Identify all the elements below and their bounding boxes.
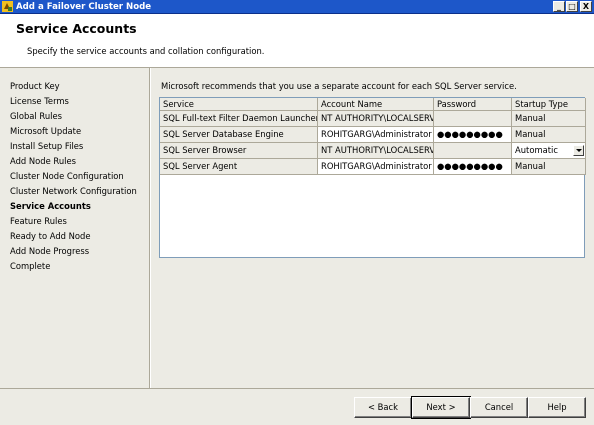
sidebar-item-microsoft-update[interactable]: Microsoft Update: [10, 126, 81, 136]
sql-setup-icon: [2, 1, 13, 12]
table-row-account: NT AUTHORITY\LOCALSERV...: [318, 143, 434, 159]
sidebar-item-complete[interactable]: Complete: [10, 261, 50, 271]
back-button[interactable]: < Back: [354, 397, 412, 418]
sidebar-item-product-key[interactable]: Product Key: [10, 81, 60, 91]
column-header-service[interactable]: Service: [160, 98, 318, 111]
sidebar-item-global-rules[interactable]: Global Rules: [10, 111, 62, 121]
page-subtitle: Specify the service accounts and collati…: [27, 46, 265, 56]
main-panel: Microsoft recommends that you use a sepa…: [151, 68, 594, 388]
page-header: Service Accounts Specify the service acc…: [0, 14, 594, 68]
sidebar-item-ready-to-add-node[interactable]: Ready to Add Node: [10, 231, 90, 241]
account-name-input[interactable]: ROHITGARG\Administrator: [318, 127, 434, 143]
page-title: Service Accounts: [16, 21, 137, 36]
sidebar-item-add-node-progress[interactable]: Add Node Progress: [10, 246, 89, 256]
startup-type-dropdown[interactable]: Automatic: [512, 143, 586, 159]
password-input[interactable]: ●●●●●●●●●: [434, 159, 512, 175]
window-title: Add a Failover Cluster Node: [16, 2, 152, 12]
column-header-account-name[interactable]: Account Name: [318, 98, 434, 111]
startup-type-value: Automatic: [515, 145, 558, 155]
sidebar-item-install-setup-files[interactable]: Install Setup Files: [10, 141, 83, 151]
sidebar-item-feature-rules[interactable]: Feature Rules: [10, 216, 67, 226]
sidebar-item-service-accounts[interactable]: Service Accounts: [10, 201, 91, 211]
sidebar-item-cluster-node-configuration[interactable]: Cluster Node Configuration: [10, 171, 124, 181]
chevron-down-icon[interactable]: [573, 145, 584, 156]
next-button[interactable]: Next >: [411, 396, 471, 419]
table-row-service: SQL Server Database Engine: [160, 127, 318, 143]
table-row-service: SQL Server Browser: [160, 143, 318, 159]
maximize-button[interactable]: □: [566, 1, 578, 12]
footer-bar: < Back Next > Cancel Help: [0, 388, 594, 425]
table-row-password: [434, 111, 512, 127]
sidebar-item-license-terms[interactable]: License Terms: [10, 96, 69, 106]
title-bar[interactable]: Add a Failover Cluster Node _ □ X: [0, 0, 594, 14]
account-name-input[interactable]: ROHITGARG\Administrator: [318, 159, 434, 175]
table-row-startup-type: Manual: [512, 127, 586, 143]
table-row-startup-type: Manual: [512, 159, 586, 175]
service-accounts-grid: Service Account Name Password Startup Ty…: [159, 97, 586, 258]
table-row-startup-type: Manual: [512, 111, 586, 127]
table-row-account: NT AUTHORITY\LOCALSERV...: [318, 111, 434, 127]
table-row-service: SQL Full-text Filter Daemon Launcher: [160, 111, 318, 127]
minimize-button[interactable]: _: [553, 1, 565, 12]
close-button[interactable]: X: [580, 1, 592, 12]
table-row-password: [434, 143, 512, 159]
sidebar-item-cluster-network-configuration[interactable]: Cluster Network Configuration: [10, 186, 137, 196]
password-input[interactable]: ●●●●●●●●●: [434, 127, 512, 143]
table-row-service: SQL Server Agent: [160, 159, 318, 175]
column-header-password[interactable]: Password: [434, 98, 512, 111]
sidebar-item-add-node-rules[interactable]: Add Node Rules: [10, 156, 76, 166]
steps-sidebar: Product Key License Terms Global Rules M…: [0, 68, 150, 388]
recommendation-note: Microsoft recommends that you use a sepa…: [161, 81, 517, 91]
cancel-button[interactable]: Cancel: [470, 397, 528, 418]
column-header-startup-type[interactable]: Startup Type: [512, 98, 586, 111]
help-button[interactable]: Help: [528, 397, 586, 418]
